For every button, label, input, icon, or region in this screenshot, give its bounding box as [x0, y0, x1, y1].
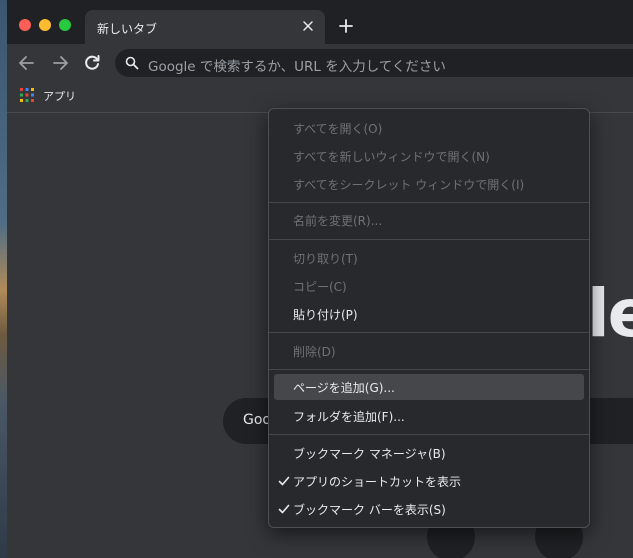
menu-item-add-page[interactable]: ページを追加(G)... — [274, 374, 584, 400]
menu-item-show-apps-shortcut[interactable]: アプリのショートカットを表示 — [274, 468, 584, 494]
close-icon[interactable] — [299, 17, 317, 35]
menu-separator — [269, 332, 589, 333]
bookmark-context-menu: すべてを開く(O) すべてを新しいウィンドウで開く(N) すべてをシークレット … — [268, 108, 590, 528]
menu-item-open-all-new-window[interactable]: すべてを新しいウィンドウで開く(N) — [274, 143, 584, 169]
menu-separator — [269, 239, 589, 240]
omnibox-placeholder: Google で検索するか、URL を入力してください — [148, 59, 446, 75]
search-box-text: Goo — [243, 412, 271, 428]
google-logo-fragment: le — [587, 275, 633, 352]
zoom-window-button[interactable] — [59, 19, 71, 31]
title-bar: 新しいタブ — [7, 0, 633, 44]
apps-grid-icon[interactable] — [20, 88, 34, 102]
checkmark-icon — [278, 504, 290, 514]
apps-bookmark[interactable]: アプリ — [43, 88, 76, 104]
menu-separator — [269, 369, 589, 370]
menu-item-copy[interactable]: コピー(C) — [274, 273, 584, 299]
search-icon — [125, 56, 139, 70]
back-arrow-icon[interactable] — [17, 53, 37, 73]
menu-item-open-all-incognito[interactable]: すべてをシークレット ウィンドウで開く(I) — [274, 171, 584, 197]
menu-item-cut[interactable]: 切り取り(T) — [274, 245, 584, 271]
menu-separator — [269, 434, 589, 435]
menu-item-paste[interactable]: 貼り付け(P) — [274, 301, 584, 327]
menu-item-show-bookmarks-bar[interactable]: ブックマーク バーを表示(S) — [274, 496, 584, 522]
close-window-button[interactable] — [19, 19, 31, 31]
menu-item-add-folder[interactable]: フォルダを追加(F)... — [274, 403, 584, 429]
menu-item-delete[interactable]: 削除(D) — [274, 338, 584, 364]
menu-separator — [269, 202, 589, 203]
minimize-window-button[interactable] — [39, 19, 51, 31]
forward-arrow-icon[interactable] — [50, 53, 70, 73]
toolbar: Google で検索するか、URL を入力してください — [7, 44, 633, 82]
menu-item-bookmark-manager[interactable]: ブックマーク マネージャ(B) — [274, 440, 584, 466]
menu-item-open-all[interactable]: すべてを開く(O) — [274, 115, 584, 141]
checkmark-icon — [278, 476, 290, 486]
omnibox[interactable]: Google で検索するか、URL を入力してください — [115, 49, 633, 77]
new-tab-plus-icon[interactable] — [337, 17, 355, 35]
tab-title: 新しいタブ — [97, 22, 158, 36]
reload-icon[interactable] — [82, 53, 102, 73]
menu-item-rename[interactable]: 名前を変更(R)... — [274, 207, 584, 233]
tab-new-tab[interactable]: 新しいタブ — [85, 10, 325, 44]
